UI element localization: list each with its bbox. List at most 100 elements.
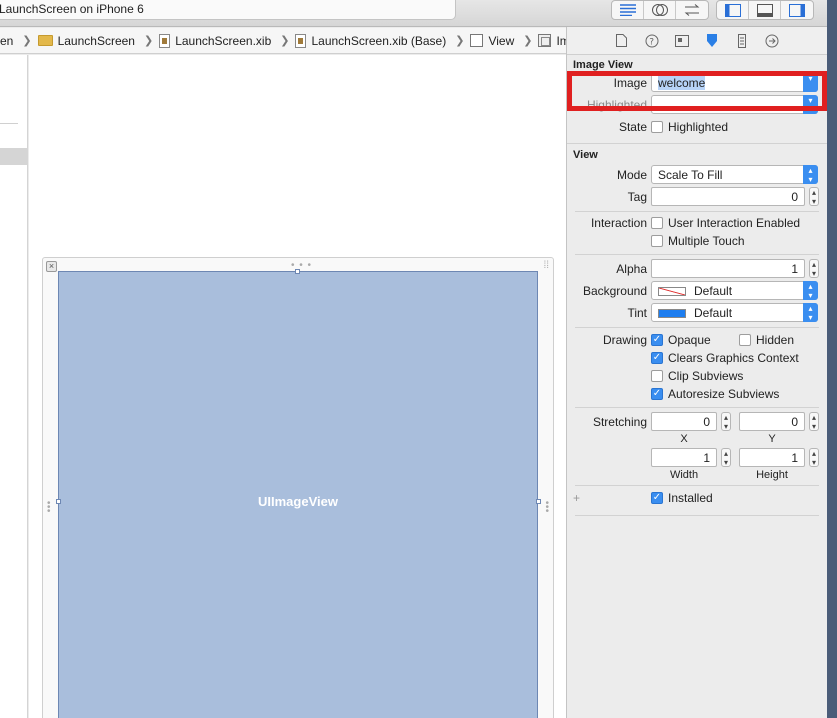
width-label: Width — [669, 469, 699, 481]
checkbox-box[interactable] — [651, 121, 663, 133]
mode-row: Mode Scale To Fill ▴ ▾ — [567, 164, 827, 186]
right-panel-icon[interactable] — [781, 1, 813, 19]
tag-field[interactable]: 0 — [651, 187, 805, 206]
y-label: Y — [768, 433, 776, 445]
xib-file-icon — [159, 33, 171, 48]
installed-row: + ✓ Installed — [567, 489, 827, 511]
align-left-icon[interactable] — [612, 1, 644, 19]
checkbox-box[interactable] — [651, 235, 663, 247]
up-down-arrows-icon[interactable]: ▴ ▾ — [803, 165, 818, 184]
clears-graphics-row: ✓ Clears Graphics Context — [567, 349, 827, 367]
checkmark-icon[interactable]: ✓ — [651, 388, 663, 400]
hidden-checkbox[interactable]: Hidden — [739, 333, 794, 347]
tint-value: Default — [694, 306, 733, 320]
size-icon[interactable] — [733, 32, 750, 49]
help-icon[interactable]: ? — [643, 32, 660, 49]
tint-popup[interactable]: Default ▴ ▾ — [651, 303, 818, 322]
crumb-launchscreen-xib-base[interactable]: LaunchScreen.xib (Base) ❯ — [295, 33, 470, 48]
crumb-view[interactable]: View ❯ — [470, 34, 538, 48]
tag-row: Tag 0 ▴ ▾ — [567, 186, 827, 208]
checkmark-icon[interactable]: ✓ — [651, 334, 663, 346]
resize-grip-icon[interactable]: ⁞⁞ — [543, 260, 549, 271]
left-panel-icon[interactable] — [717, 1, 749, 19]
outline-divider — [0, 123, 18, 124]
file-icon[interactable] — [613, 32, 630, 49]
uiimageview[interactable]: UIImageView — [58, 271, 538, 718]
right-grip-icon[interactable]: • • • — [545, 499, 549, 517]
crumb-launchscreen-folder[interactable]: LaunchScreen ❯ — [37, 34, 160, 48]
autoresize-checkbox[interactable]: ✓ Autoresize Subviews — [651, 387, 779, 401]
stretching-wh-row: 1 ▴ ▾ 1 ▴ ▾ — [567, 447, 827, 469]
stretch-width-stepper[interactable]: ▴ ▾ — [721, 448, 731, 467]
tag-stepper[interactable]: ▴ ▾ — [809, 187, 819, 206]
alpha-stepper[interactable]: ▴ ▾ — [809, 259, 819, 278]
identity-icon[interactable] — [673, 32, 690, 49]
crumb-label: View — [488, 33, 515, 48]
checkbox-box[interactable] — [651, 370, 663, 382]
installed-checkbox[interactable]: ✓ Installed — [651, 491, 713, 505]
panel-toggle-segmented-control — [716, 0, 814, 20]
close-icon[interactable]: × — [46, 261, 57, 272]
activity-view: LaunchScreen on iPhone 6 — [0, 0, 456, 20]
interface-builder-canvas[interactable]: × • • • ⁞⁞ • • • • • • UIImageView — [29, 55, 566, 718]
crumb-launchscreen-xib[interactable]: LaunchScreen.xib ❯ — [159, 33, 295, 48]
stretching-wh-labels: Width Height — [567, 469, 827, 485]
editor-mode-segmented-control — [611, 0, 709, 20]
mode-popup[interactable]: Scale To Fill ▴ ▾ — [651, 165, 818, 184]
xib-scene[interactable]: × • • • ⁞⁞ • • • • • • UIImageView — [42, 257, 554, 718]
background-popup[interactable]: Default ▴ ▾ — [651, 281, 818, 300]
stretch-y-field[interactable]: 0 — [739, 412, 805, 431]
inspector-tabs: ? — [567, 27, 827, 55]
stretch-width-field[interactable]: 1 — [651, 448, 717, 467]
clears-graphics-checkbox[interactable]: ✓ Clears Graphics Context — [651, 351, 799, 365]
attributes-icon[interactable] — [703, 32, 720, 49]
crumb-label: Image View — [556, 33, 566, 48]
left-grip-icon[interactable]: • • • — [47, 499, 51, 517]
resize-handle-top[interactable] — [295, 269, 300, 274]
highlighted-checkbox[interactable]: Highlighted — [651, 120, 728, 134]
bottom-panel-icon[interactable] — [749, 1, 781, 19]
connections-icon[interactable] — [763, 32, 780, 49]
stretch-x-value: 0 — [703, 415, 710, 429]
stretch-height-field[interactable]: 1 — [739, 448, 805, 467]
stretch-height-stepper[interactable]: ▴ ▾ — [809, 448, 819, 467]
multiple-touch-checkbox[interactable]: Multiple Touch — [651, 234, 745, 248]
checkmark-icon[interactable]: ✓ — [651, 352, 663, 364]
document-outline[interactable] — [0, 55, 28, 718]
resize-handle-right[interactable] — [536, 499, 541, 504]
clip-subviews-checkbox[interactable]: Clip Subviews — [651, 369, 743, 383]
up-down-arrows-icon[interactable]: ▴ ▾ — [803, 281, 818, 300]
venn-icon[interactable] — [644, 1, 676, 19]
up-down-arrows-icon[interactable]: ▴ ▾ — [803, 303, 818, 322]
checkbox-label: Clears Graphics Context — [668, 351, 799, 365]
opaque-checkbox[interactable]: ✓ Opaque — [651, 333, 711, 347]
mode-value: Scale To Fill — [658, 168, 723, 182]
checkbox-label: Autoresize Subviews — [668, 387, 780, 401]
chevron-right-icon: ❯ — [22, 35, 32, 47]
crumb-image-view[interactable]: Image View — [538, 34, 566, 48]
outline-selected-row[interactable] — [0, 148, 28, 165]
tag-label: Tag — [627, 190, 647, 204]
alpha-value: 1 — [791, 262, 798, 276]
drawing-row: Drawing ✓ Opaque Hidden — [567, 331, 827, 349]
view-icon — [470, 34, 484, 47]
stretch-height-value: 1 — [791, 451, 798, 465]
crumb-label: LaunchScreen.xib (Base) — [311, 33, 447, 48]
alpha-field[interactable]: 1 — [651, 259, 805, 278]
resize-handle-left[interactable] — [56, 499, 61, 504]
checkmark-icon[interactable]: ✓ — [651, 492, 663, 504]
checkbox-label: Hidden — [756, 333, 795, 347]
no-color-swatch-icon — [658, 287, 686, 297]
crumb-en[interactable]: en ❯ — [0, 34, 38, 48]
stretch-width-value: 1 — [703, 451, 710, 465]
stretch-y-stepper[interactable]: ▴ ▾ — [809, 412, 819, 431]
checkbox-box[interactable] — [651, 217, 663, 229]
swap-arrows-icon[interactable] — [676, 1, 708, 19]
svg-text:?: ? — [649, 37, 654, 47]
checkbox-box[interactable] — [739, 334, 751, 346]
stretch-x-stepper[interactable]: ▴ ▾ — [721, 412, 731, 431]
stretch-x-field[interactable]: 0 — [651, 412, 717, 431]
checkbox-label: Installed — [668, 491, 713, 505]
user-interaction-checkbox[interactable]: User Interaction Enabled — [651, 216, 800, 230]
plus-icon[interactable]: + — [573, 491, 580, 505]
